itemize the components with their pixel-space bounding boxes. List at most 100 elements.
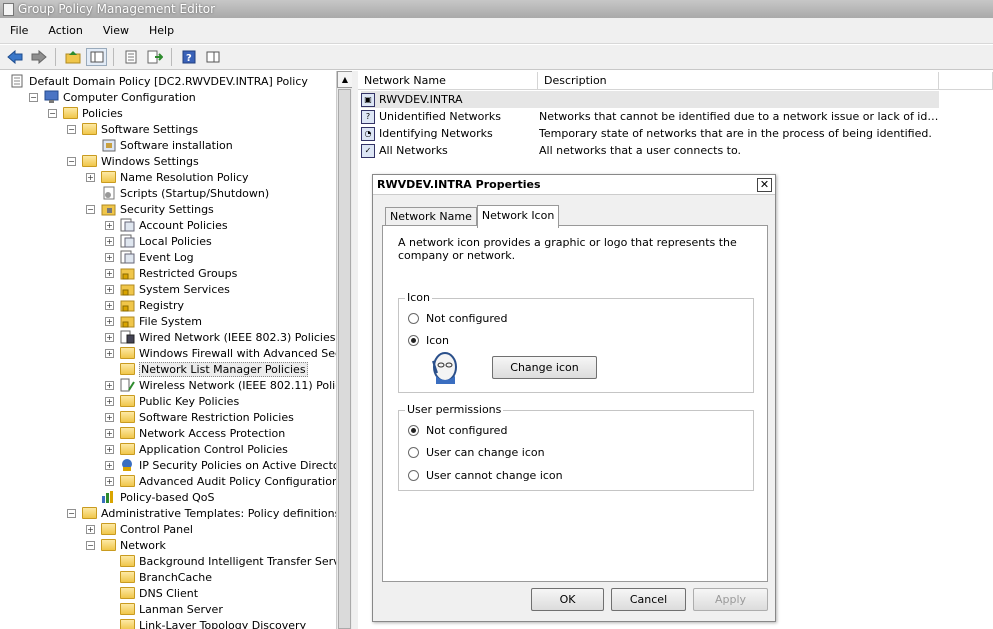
tree-item[interactable]: Scripts (Startup/Shutdown) [86, 185, 269, 201]
up-folder-icon[interactable] [62, 48, 83, 66]
tree-item[interactable]: +Public Key Policies [105, 393, 239, 409]
lockfolder-icon [120, 283, 135, 296]
collapse-icon[interactable]: − [29, 93, 38, 102]
menu-action[interactable]: Action [38, 24, 92, 37]
show-pane-icon[interactable] [202, 48, 223, 66]
tree-item[interactable]: BranchCache [105, 569, 212, 585]
menu-view[interactable]: View [93, 24, 139, 37]
expand-icon[interactable]: + [105, 333, 114, 342]
radio-perm-not-configured[interactable]: Not configured [408, 424, 507, 437]
radio-icon[interactable]: Icon [408, 334, 449, 347]
collapse-icon[interactable]: − [86, 541, 95, 550]
help-icon[interactable]: ? [178, 48, 199, 66]
console-tree[interactable]: Default Domain Policy [DC2.RWVDEV.INTRA]… [0, 71, 352, 629]
expand-icon[interactable]: + [86, 525, 95, 534]
expand-icon[interactable]: + [105, 285, 114, 294]
export-list-icon[interactable] [144, 48, 165, 66]
apply-button[interactable]: Apply [693, 588, 768, 611]
tree-item[interactable]: −Policies [48, 105, 123, 121]
change-icon-button[interactable]: Change icon [492, 356, 597, 379]
tree-item[interactable]: + Name Resolution Policy [86, 169, 249, 185]
tree-item[interactable]: +Local Policies [105, 233, 212, 249]
collapse-icon[interactable]: − [48, 109, 57, 118]
tree-item[interactable]: +Network Access Protection [105, 425, 285, 441]
menu-file[interactable]: File [0, 24, 38, 37]
radio-user-can-change[interactable]: User can change icon [408, 446, 545, 459]
tree-item[interactable]: + Wireless Network (IEEE 802.11) Policies [105, 377, 352, 393]
expand-icon[interactable]: + [105, 429, 114, 438]
expand-icon[interactable]: + [86, 173, 95, 182]
tree-item[interactable]: +Wired Network (IEEE 802.3) Policies [105, 329, 336, 345]
expand-icon[interactable]: + [105, 397, 114, 406]
tree-item[interactable]: +Account Policies [105, 217, 228, 233]
tree-item-label: Wireless Network (IEEE 802.11) Policies [139, 379, 352, 392]
tree-item-label: Name Resolution Policy [120, 171, 249, 184]
tree-item[interactable]: −Windows Settings [67, 153, 199, 169]
network-row[interactable]: ?Unidentified NetworksNetworks that cann… [361, 108, 939, 125]
tree-item[interactable]: +IP Security Policies on Active Director… [105, 457, 352, 473]
tree-item[interactable]: Background Intelligent Transfer Service … [105, 553, 352, 569]
tree-item[interactable]: Software installation [86, 137, 233, 153]
cancel-button[interactable]: Cancel [611, 588, 686, 611]
tree-item[interactable]: Network List Manager Policies [105, 361, 308, 377]
tree-item[interactable]: +Windows Firewall with Advanced Security [105, 345, 352, 361]
expand-icon[interactable]: + [105, 445, 114, 454]
menu-help[interactable]: Help [139, 24, 184, 37]
network-row[interactable]: ▣RWVDEV.INTRA [361, 91, 939, 108]
collapse-icon[interactable]: − [67, 509, 76, 518]
collapse-icon[interactable]: − [67, 157, 76, 166]
show-hide-tree-icon[interactable] [86, 48, 107, 66]
tree-item[interactable]: −Computer Configuration [29, 89, 196, 105]
tree-item[interactable]: Lanman Server [105, 601, 223, 617]
collapse-icon[interactable]: − [86, 205, 95, 214]
expand-icon[interactable]: + [105, 301, 114, 310]
tree-item[interactable]: +System Services [105, 281, 230, 297]
radio-label: User can change icon [426, 446, 545, 459]
tree-item[interactable]: −Software Settings [67, 121, 198, 137]
tree-scrollbar[interactable]: ▲ [336, 71, 352, 629]
tree-item[interactable]: −Security Settings [86, 201, 214, 217]
network-row[interactable]: ✓All NetworksAll networks that a user co… [361, 142, 939, 159]
tree-item[interactable]: −Network [86, 537, 166, 553]
properties-icon[interactable] [120, 48, 141, 66]
radio-icon-not-configured[interactable]: Not configured [408, 312, 507, 325]
scroll-thumb[interactable] [338, 89, 351, 629]
expand-icon[interactable]: + [105, 461, 114, 470]
expand-icon[interactable]: + [105, 317, 114, 326]
tree-item-label: Software Restriction Policies [139, 411, 294, 424]
close-icon[interactable]: ✕ [757, 178, 772, 192]
tree-item[interactable]: Policy-based QoS [86, 489, 215, 505]
scroll-up-arrow-icon[interactable]: ▲ [337, 71, 353, 88]
radio-user-cannot-change[interactable]: User cannot change icon [408, 469, 563, 482]
tree-item[interactable]: +Advanced Audit Policy Configuration [105, 473, 339, 489]
tree-item[interactable]: +Registry [105, 297, 184, 313]
column-description[interactable]: Description [538, 72, 939, 90]
network-row[interactable]: ◔Identifying NetworksTemporary state of … [361, 125, 939, 142]
tree-item[interactable]: +Restricted Groups [105, 265, 237, 281]
tree-item[interactable]: − Administrative Templates: Policy defini… [67, 505, 352, 521]
tree-item[interactable]: + Software Restriction Policies [105, 409, 294, 425]
expand-icon[interactable]: + [105, 237, 114, 246]
tree-item-label: Administrative Templates: Policy definit… [101, 507, 352, 520]
column-network-name[interactable]: Network Name [358, 72, 538, 90]
expand-icon[interactable]: + [105, 349, 114, 358]
tree-item[interactable]: DNS Client [105, 585, 198, 601]
expand-icon[interactable]: + [105, 221, 114, 230]
tree-item[interactable]: Default Domain Policy [DC2.RWVDEV.INTRA]… [10, 73, 308, 89]
tab-network-icon[interactable]: Network Icon [477, 205, 559, 228]
forward-icon[interactable] [28, 48, 49, 66]
expand-icon[interactable]: + [105, 269, 114, 278]
ok-button[interactable]: OK [531, 588, 604, 611]
tree-item[interactable]: +Event Log [105, 249, 194, 265]
expand-icon[interactable]: + [105, 413, 114, 422]
expand-icon[interactable]: + [105, 381, 114, 390]
tab-network-name[interactable]: Network Name [385, 207, 477, 227]
tree-item[interactable]: +Application Control Policies [105, 441, 288, 457]
tree-item[interactable]: +File System [105, 313, 202, 329]
expand-icon[interactable]: + [105, 477, 114, 486]
expand-icon[interactable]: + [105, 253, 114, 262]
tree-item[interactable]: Link-Layer Topology Discovery [105, 617, 306, 629]
tree-item[interactable]: +Control Panel [86, 521, 193, 537]
back-icon[interactable] [4, 48, 25, 66]
collapse-icon[interactable]: − [67, 125, 76, 134]
